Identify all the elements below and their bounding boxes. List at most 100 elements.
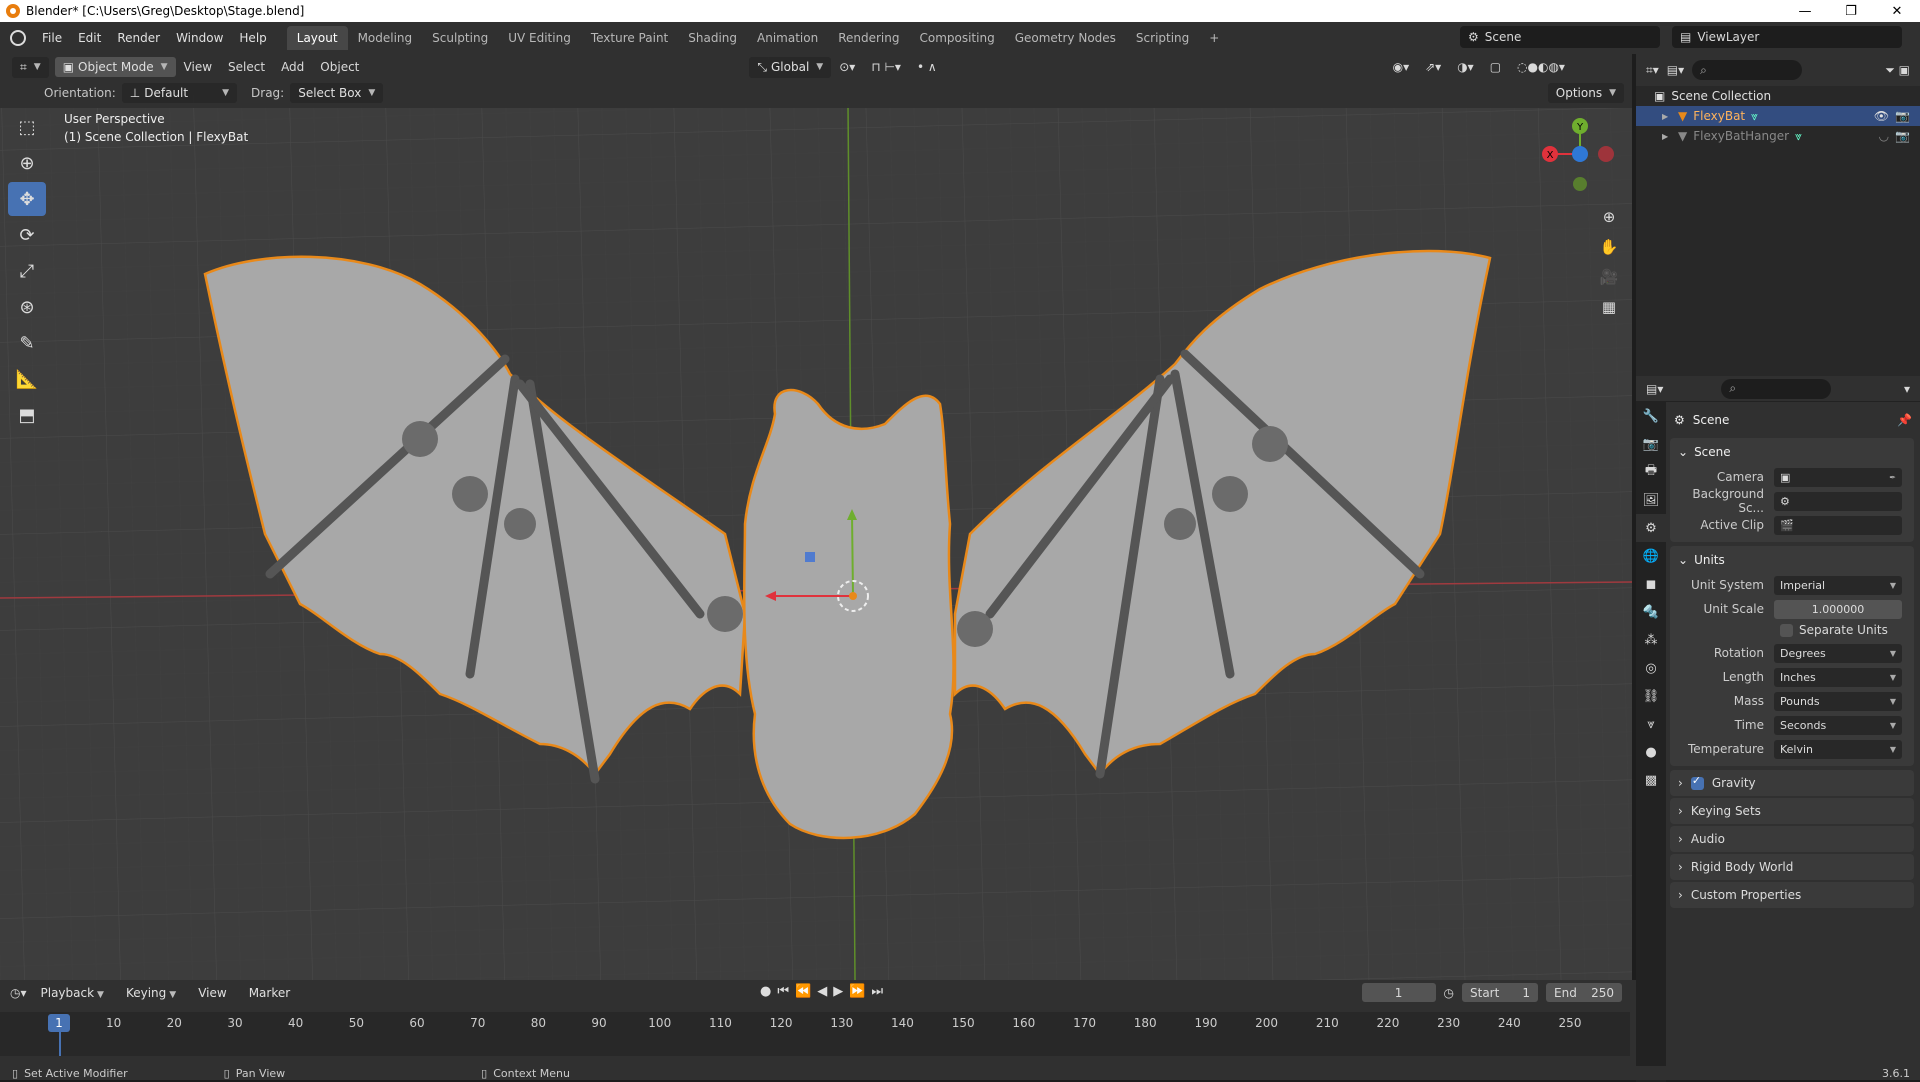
length-dropdown[interactable]: Inches ▼ bbox=[1774, 667, 1902, 687]
expand-arrow-icon[interactable]: ▶ bbox=[1662, 112, 1672, 121]
tab-sculpting[interactable]: Sculpting bbox=[422, 26, 498, 50]
menu-playback[interactable]: Playback ▼ bbox=[33, 986, 112, 1000]
tab-scripting[interactable]: Scripting bbox=[1126, 26, 1199, 50]
menu-object[interactable]: Object bbox=[312, 60, 367, 74]
tab-geometry-nodes[interactable]: Geometry Nodes bbox=[1005, 26, 1126, 50]
drag-select-box-selector[interactable]: Select Box ▼ bbox=[290, 83, 384, 103]
rigid-body-world-subpanel[interactable]: › Rigid Body World bbox=[1670, 854, 1914, 880]
temperature-dropdown[interactable]: Kelvin ▼ bbox=[1774, 739, 1902, 759]
add-workspace-button[interactable]: + bbox=[1199, 26, 1229, 50]
next-keyframe-icon[interactable]: ⏩ bbox=[849, 984, 865, 999]
blender-menu-icon[interactable] bbox=[10, 30, 26, 46]
menu-edit[interactable]: Edit bbox=[70, 31, 109, 45]
3d-viewport[interactable]: ⌗ ▼ ▣ Object Mode ▼ View Select Add Object… bbox=[0, 54, 1632, 980]
tab-shading[interactable]: Shading bbox=[678, 26, 747, 50]
outliner-item-flexybat[interactable]: ▶ ▼ FlexyBat ⩔ 👁 📷 bbox=[1636, 106, 1920, 126]
gravity-subpanel[interactable]: › Gravity bbox=[1670, 770, 1914, 796]
tab-uv-editing[interactable]: UV Editing bbox=[498, 26, 581, 50]
gizmo-toggle-icon[interactable]: ⇗▾ bbox=[1417, 60, 1449, 74]
tab-layout[interactable]: Layout bbox=[286, 26, 348, 50]
outliner-search-input[interactable]: ⌕ bbox=[1692, 60, 1803, 80]
keying-sets-subpanel[interactable]: › Keying Sets bbox=[1670, 798, 1914, 824]
measure-tool-icon[interactable]: 📐 bbox=[8, 362, 46, 396]
menu-file[interactable]: File bbox=[34, 31, 70, 45]
jump-start-icon[interactable]: ⏮ bbox=[777, 984, 789, 999]
overlay-toggle-icon[interactable]: ◑▾ bbox=[1449, 60, 1482, 74]
menu-window[interactable]: Window bbox=[168, 31, 231, 45]
physics-tab-icon[interactable]: ◎ bbox=[1636, 654, 1666, 682]
pan-hand-icon[interactable]: ✋ bbox=[1596, 234, 1622, 260]
render-camera-icon[interactable]: 📷 bbox=[1895, 129, 1910, 143]
particles-tab-icon[interactable]: ⁂ bbox=[1636, 626, 1666, 654]
properties-options-icon[interactable]: ▾ bbox=[1904, 382, 1910, 396]
modifier-tab-icon[interactable]: 🔩 bbox=[1636, 598, 1666, 626]
xray-toggle-icon[interactable]: ▢ bbox=[1482, 60, 1509, 74]
current-frame-field[interactable]: 1 bbox=[1361, 983, 1436, 1002]
current-frame-marker[interactable]: 1 bbox=[48, 1014, 70, 1032]
scene-subpanel-header[interactable]: ⌄ Scene bbox=[1670, 440, 1914, 464]
menu-select[interactable]: Select bbox=[220, 60, 273, 74]
camera-view-icon[interactable]: 🎥 bbox=[1596, 264, 1622, 290]
timeline-ruler[interactable]: 1 10 20 30 40 50 60 70 80 90 100 110 120 130 140 150 160… bbox=[0, 1012, 1630, 1056]
transform-tool-icon[interactable]: ⊛ bbox=[8, 290, 46, 324]
prev-keyframe-icon[interactable]: ⏪ bbox=[795, 984, 811, 999]
display-mode-icon[interactable]: ▤▾ bbox=[1667, 63, 1684, 77]
view-layer-tab-icon[interactable]: 🖼 bbox=[1636, 486, 1666, 514]
select-box-tool-icon[interactable]: ⬚ bbox=[8, 110, 46, 144]
tab-compositing[interactable]: Compositing bbox=[909, 26, 1004, 50]
material-tab-icon[interactable]: ● bbox=[1636, 738, 1666, 766]
shading-modes-icon[interactable]: ◌●◐◍▾ bbox=[1509, 60, 1573, 74]
separate-units-check[interactable] bbox=[1780, 623, 1793, 637]
viewlayer-selector[interactable]: ▤ ViewLayer bbox=[1672, 26, 1902, 48]
properties-editor-icon[interactable]: ▤▾ bbox=[1646, 382, 1663, 396]
outliner-scene-collection[interactable]: ▣ Scene Collection bbox=[1636, 86, 1920, 106]
output-tab-icon[interactable]: 🖶 bbox=[1636, 458, 1666, 486]
tab-animation[interactable]: Animation bbox=[747, 26, 828, 50]
outliner-editor-icon[interactable]: ⌗▾ bbox=[1646, 63, 1659, 78]
tool-tab-icon[interactable]: 🔧 bbox=[1636, 402, 1666, 430]
jump-end-icon[interactable]: ⏭ bbox=[871, 984, 883, 999]
close-button[interactable]: ✕ bbox=[1874, 4, 1920, 19]
timeline-editor-icon[interactable]: ◷▾ bbox=[10, 986, 27, 1000]
transform-orientation-selector[interactable]: ⤡ Global ▼ bbox=[749, 56, 832, 78]
custom-properties-subpanel[interactable]: › Custom Properties bbox=[1670, 882, 1914, 908]
tab-rendering[interactable]: Rendering bbox=[828, 26, 909, 50]
ortho-grid-icon[interactable]: ▦ bbox=[1596, 294, 1622, 320]
menu-help[interactable]: Help bbox=[231, 31, 274, 45]
tab-texture-paint[interactable]: Texture Paint bbox=[581, 26, 678, 50]
render-camera-icon[interactable]: 📷 bbox=[1895, 109, 1910, 123]
properties-search-input[interactable]: ⌕ bbox=[1721, 378, 1832, 399]
render-tab-icon[interactable]: 📷 bbox=[1636, 430, 1666, 458]
outliner-item-flexybathanger[interactable]: ▶ ▼ FlexyBatHanger ⩔ ◡ 📷 bbox=[1636, 126, 1920, 146]
orientation-default-selector[interactable]: ⊥ Default ▼ bbox=[121, 83, 238, 103]
unit-scale-field[interactable]: 1.000000 bbox=[1774, 599, 1902, 619]
data-tab-icon[interactable]: ⩔ bbox=[1636, 710, 1666, 738]
maximize-button[interactable]: ❐ bbox=[1828, 4, 1874, 19]
mode-selector[interactable]: ▣ Object Mode ▼ bbox=[54, 57, 176, 77]
time-dropdown[interactable]: Seconds ▼ bbox=[1774, 715, 1902, 735]
record-icon[interactable]: ● bbox=[760, 984, 771, 999]
minimize-button[interactable]: — bbox=[1782, 4, 1828, 19]
texture-tab-icon[interactable]: ▩ bbox=[1636, 766, 1666, 794]
editor-type-button[interactable]: ⌗ ▼ bbox=[12, 56, 49, 78]
rotation-dropdown[interactable]: Degrees ▼ bbox=[1774, 643, 1902, 663]
object-tab-icon[interactable]: ◼ bbox=[1636, 570, 1666, 598]
add-cube-tool-icon[interactable]: ⬒ bbox=[8, 398, 46, 432]
visibility-hidden-icon[interactable]: ◡ bbox=[1879, 129, 1889, 143]
end-frame-field[interactable]: End 250 bbox=[1546, 983, 1622, 1002]
active-clip-field[interactable]: 🎬 bbox=[1774, 515, 1902, 535]
gravity-checkbox[interactable] bbox=[1690, 774, 1704, 790]
options-button[interactable]: Options ▼ bbox=[1547, 83, 1624, 103]
play-icon[interactable]: ▶ bbox=[833, 984, 843, 999]
menu-timeline-view[interactable]: View bbox=[190, 986, 234, 1000]
playhead-line[interactable] bbox=[59, 1032, 61, 1056]
world-tab-icon[interactable]: 🌐 bbox=[1636, 542, 1666, 570]
zoom-icon[interactable]: ⊕ bbox=[1596, 204, 1622, 230]
eyedropper-icon[interactable]: ✒ bbox=[1889, 473, 1896, 482]
proportional-edit-icon[interactable]: • ∧ bbox=[909, 60, 945, 74]
expand-arrow-icon[interactable]: ▶ bbox=[1662, 132, 1672, 141]
play-reverse-icon[interactable]: ◀ bbox=[817, 984, 827, 999]
separate-units-checkbox[interactable]: Separate Units bbox=[1670, 620, 1914, 640]
filter-icon[interactable]: ⏷ ▣ bbox=[1885, 63, 1910, 78]
cursor-tool-icon[interactable]: ⊕ bbox=[8, 146, 46, 180]
